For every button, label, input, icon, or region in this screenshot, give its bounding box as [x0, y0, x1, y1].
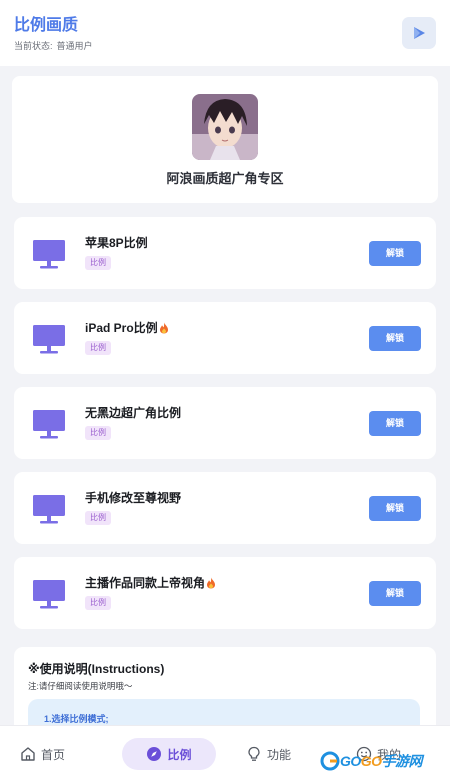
nav-item-features[interactable]: 功能: [246, 738, 291, 770]
ratio-tag: 比例: [85, 511, 111, 525]
unlock-button[interactable]: 解锁: [369, 411, 421, 436]
ratio-card: 苹果8P比例 比例 解锁: [14, 217, 436, 289]
home-icon: [21, 747, 35, 761]
profile-card: 阿浪画质超广角专区: [12, 76, 438, 203]
status-label: 当前状态:: [14, 41, 53, 51]
ratio-name: iPad Pro比例: [85, 319, 169, 336]
page-title: 比例画质: [14, 17, 79, 34]
app-header: 比例画质 当前状态: 普通用户: [0, 0, 450, 66]
monitor-icon: [33, 495, 65, 524]
instruction-step-text: 1.选择比例模式;: [44, 714, 109, 724]
ratio-name: 手机修改至尊视野: [85, 491, 182, 505]
unlock-button[interactable]: 解锁: [369, 326, 421, 351]
instructions-note: 注:请仔细阅读使用说明哦～: [28, 681, 133, 691]
instructions-title: ※使用说明(Instructions): [28, 662, 165, 676]
monitor-icon: [33, 580, 65, 609]
ratio-tag: 比例: [85, 341, 111, 355]
ratio-tag: 比例: [85, 596, 111, 610]
fire-icon: [207, 577, 216, 589]
gogo-logo-icon: [320, 751, 340, 771]
ratio-tag: 比例: [85, 256, 111, 270]
user-status: 当前状态: 普通用户: [14, 39, 436, 52]
play-button[interactable]: [402, 17, 436, 49]
watermark-logo: GOGO手游网: [320, 747, 423, 775]
anime-avatar-icon: [192, 94, 258, 160]
play-icon: [414, 27, 425, 39]
fire-icon: [159, 322, 168, 334]
ratio-name: 无黑边超广角比例: [85, 406, 182, 420]
ratio-name: 苹果8P比例: [85, 236, 148, 250]
lightbulb-icon: [248, 746, 260, 761]
nav-label-ratio: 比例: [167, 747, 192, 762]
status-value: 普通用户: [56, 41, 93, 51]
nav-label-home: 首页: [41, 747, 66, 762]
compass-icon: [147, 747, 162, 761]
ratio-card: 无黑边超广角比例 比例 解锁: [14, 387, 436, 459]
nav-item-ratio[interactable]: 比例: [122, 738, 216, 770]
unlock-button[interactable]: 解锁: [369, 581, 421, 606]
ratio-tag: 比例: [85, 426, 111, 440]
monitor-icon: [33, 325, 65, 354]
watermark-text: GOGO手游网: [340, 753, 423, 769]
ratio-card: iPad Pro比例 比例 解锁: [14, 302, 436, 374]
ratio-card: 手机修改至尊视野 比例 解锁: [14, 472, 436, 544]
avatar: [192, 94, 258, 160]
monitor-icon: [33, 240, 65, 269]
monitor-icon: [33, 410, 65, 439]
unlock-button[interactable]: 解锁: [369, 496, 421, 521]
nav-label-features: 功能: [267, 747, 292, 762]
zone-title: 阿浪画质超广角专区: [166, 171, 284, 186]
nav-item-home[interactable]: 首页: [20, 738, 65, 770]
ratio-card: 主播作品同款上帝视角 比例 解锁: [14, 557, 436, 629]
ratio-name: 主播作品同款上帝视角: [85, 574, 216, 591]
unlock-button[interactable]: 解锁: [369, 241, 421, 266]
